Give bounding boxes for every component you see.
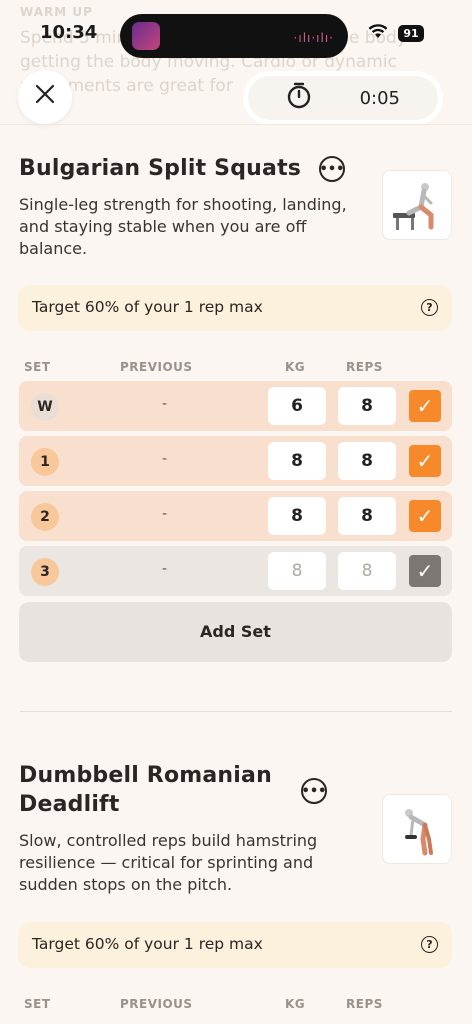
checkmark-icon: ✓ (416, 559, 434, 583)
exercise-title: Dumbbell Romanian Deadlift (19, 761, 272, 819)
target-label: Target 60% of your 1 rep max (32, 298, 263, 316)
more-options-icon[interactable]: ••• (301, 778, 327, 804)
close-button[interactable] (18, 70, 72, 124)
column-header-previous: PREVIOUS (120, 997, 193, 1011)
help-icon[interactable]: ? (421, 299, 438, 316)
more-options-icon[interactable]: ••• (319, 156, 345, 182)
reps-input[interactable]: 8 (338, 387, 396, 425)
set-number-badge[interactable]: W (31, 393, 59, 421)
exercise-title: Bulgarian Split Squats (19, 156, 302, 181)
column-header-kg: KG (285, 997, 306, 1011)
set-row-warmup: W - 6 8 ✓ (19, 381, 452, 431)
column-header-previous: PREVIOUS (120, 360, 193, 374)
set-row-3: 3 - 8 8 ✓ (19, 546, 452, 596)
kg-input[interactable]: 6 (268, 387, 326, 425)
workout-timer[interactable]: 0:05 (248, 76, 438, 120)
column-header-set: SET (24, 997, 51, 1011)
audio-wave-icon: ·ılı·ılı· (293, 31, 334, 45)
complete-set-checkbox[interactable]: ✓ (409, 445, 441, 477)
wifi-icon (368, 24, 388, 43)
column-header-set: SET (24, 360, 51, 374)
column-header-kg: KG (285, 360, 306, 374)
stopwatch-icon (286, 81, 312, 115)
exercise-thumbnail[interactable] (382, 170, 452, 240)
checkmark-icon: ✓ (416, 394, 434, 418)
help-icon[interactable]: ? (421, 936, 438, 953)
reps-input[interactable]: 8 (338, 497, 396, 535)
previous-value: - (162, 506, 168, 522)
dynamic-island[interactable]: ·ılı·ılı· (120, 14, 348, 58)
checkmark-icon: ✓ (416, 504, 434, 528)
set-row-2: 2 - 8 8 ✓ (19, 491, 452, 541)
complete-set-checkbox[interactable]: ✓ (409, 390, 441, 422)
complete-set-checkbox[interactable]: ✓ (409, 500, 441, 532)
target-label: Target 60% of your 1 rep max (32, 935, 263, 953)
previous-value: - (162, 396, 168, 412)
exercise-title-line-1: Dumbbell Romanian (19, 763, 272, 788)
reps-input[interactable]: 8 (338, 552, 396, 590)
set-number-badge[interactable]: 2 (31, 503, 59, 531)
exercise-description: Slow, controlled reps build hamstring re… (19, 831, 318, 894)
timer-value: 0:05 (359, 87, 400, 109)
kg-input[interactable]: 8 (268, 552, 326, 590)
exercise-thumbnail[interactable] (382, 794, 452, 864)
previous-value: - (162, 451, 168, 467)
target-banner: Target 60% of your 1 rep max ? (18, 285, 452, 331)
deadlift-illustration (405, 809, 433, 856)
close-icon (34, 82, 56, 112)
complete-set-checkbox[interactable]: ✓ (409, 555, 441, 587)
kg-input[interactable]: 8 (268, 442, 326, 480)
exercise-title-line-2: Deadlift (19, 792, 120, 817)
split-squat-illustration (393, 183, 434, 230)
exercise-divider (20, 711, 452, 712)
battery-indicator: 91 (398, 25, 424, 42)
set-number-badge[interactable]: 3 (31, 558, 59, 586)
reps-input[interactable]: 8 (338, 442, 396, 480)
status-time: 10:34 (40, 22, 98, 43)
target-banner: Target 60% of your 1 rep max ? (18, 922, 452, 968)
set-row-1: 1 - 8 8 ✓ (19, 436, 452, 486)
column-header-reps: REPS (346, 997, 383, 1011)
set-number-badge[interactable]: 1 (31, 448, 59, 476)
kg-input[interactable]: 8 (268, 497, 326, 535)
column-header-reps: REPS (346, 360, 383, 374)
now-playing-artwork (132, 22, 160, 50)
checkmark-icon: ✓ (416, 449, 434, 473)
exercise-description: Single-leg strength for shooting, landin… (19, 195, 347, 258)
previous-value: - (162, 561, 168, 577)
add-set-button[interactable]: Add Set (19, 602, 452, 662)
header-divider (0, 124, 472, 125)
